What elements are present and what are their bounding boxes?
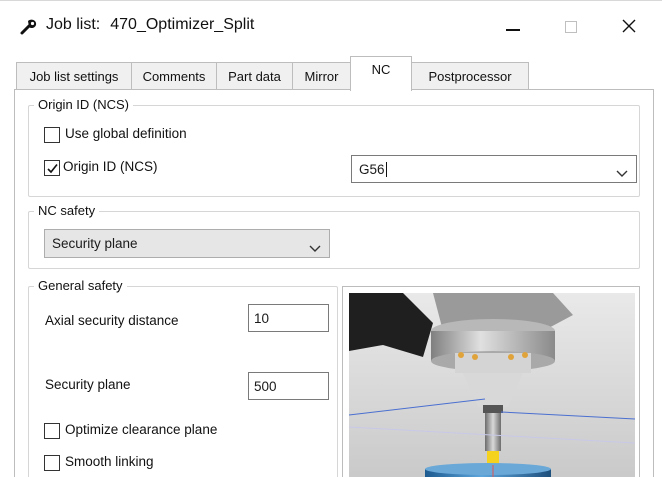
- origin-id-group-title: Origin ID (NCS): [34, 97, 134, 112]
- axial-security-distance-value: 10: [254, 310, 270, 326]
- spindle-illustration: [348, 293, 636, 477]
- machining-preview-image: [342, 286, 640, 477]
- smooth-linking-label: Smooth linking: [65, 454, 154, 469]
- origin-id-value: G56: [359, 156, 387, 182]
- origin-id-label: Origin ID (NCS): [63, 159, 158, 174]
- text-caret: [385, 161, 387, 177]
- nc-panel-content: Origin ID (NCS) Use global definition Or…: [0, 0, 662, 477]
- origin-id-checkbox[interactable]: [44, 160, 60, 176]
- general-safety-group-title: General safety: [34, 278, 127, 293]
- security-plane-value: 500: [254, 378, 277, 394]
- origin-id-group: [28, 105, 640, 197]
- optimize-clearance-plane-checkbox[interactable]: [44, 423, 60, 439]
- checkmark-icon: [47, 164, 58, 174]
- smooth-linking-checkbox[interactable]: [44, 455, 60, 471]
- nc-safety-combobox[interactable]: Security plane: [44, 229, 330, 258]
- nc-safety-value: Security plane: [52, 236, 138, 251]
- security-plane-input[interactable]: 500: [248, 372, 329, 400]
- use-global-definition-label: Use global definition: [65, 126, 187, 141]
- chevron-down-icon: [616, 165, 628, 181]
- origin-id-value-text: G56: [359, 161, 385, 177]
- origin-id-combobox[interactable]: G56: [351, 155, 637, 183]
- axial-security-distance-label: Axial security distance: [45, 313, 179, 328]
- nc-safety-group-title: NC safety: [34, 203, 100, 218]
- axial-security-distance-input[interactable]: 10: [248, 304, 329, 332]
- optimize-clearance-plane-label: Optimize clearance plane: [65, 422, 218, 437]
- use-global-definition-checkbox[interactable]: [44, 127, 60, 143]
- chevron-down-icon: [309, 240, 321, 256]
- security-plane-label: Security plane: [45, 377, 131, 392]
